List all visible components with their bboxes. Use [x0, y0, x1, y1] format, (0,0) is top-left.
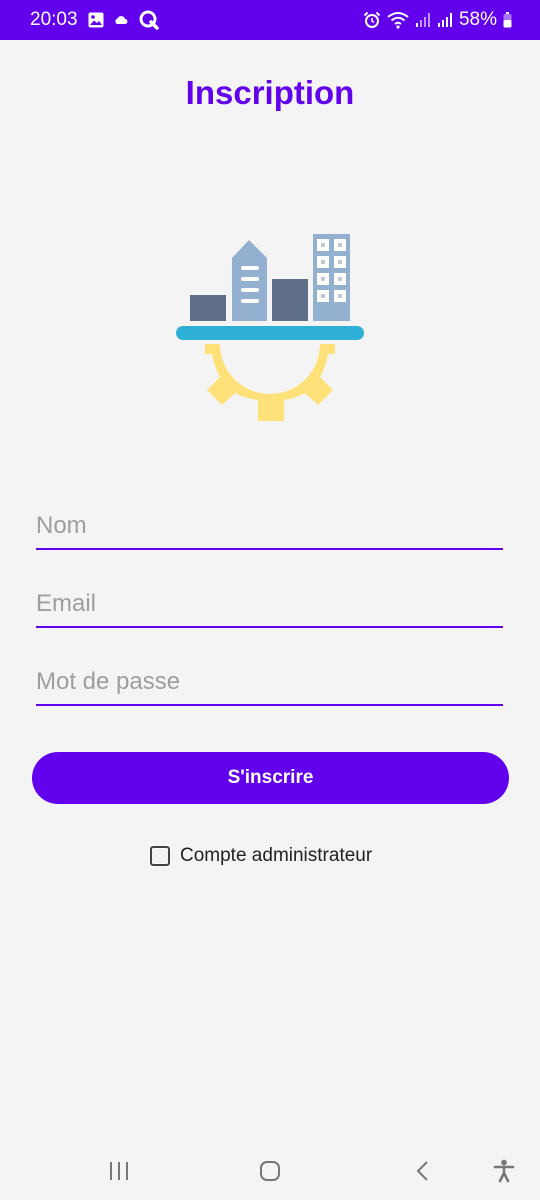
signal-icon: [437, 12, 453, 28]
status-bar: 20:03 58%: [0, 0, 540, 40]
building-middle: [272, 279, 308, 321]
platform-bar: [176, 326, 364, 340]
status-time: 20:03: [30, 9, 78, 30]
gear-shape: [205, 344, 335, 421]
page-title: Inscription: [185, 74, 355, 111]
signal-icon: [415, 12, 431, 28]
building-left: [190, 295, 226, 321]
home-icon[interactable]: [250, 1156, 290, 1186]
password-field[interactable]: [36, 664, 503, 706]
email-field[interactable]: [36, 586, 503, 628]
admin-account-label: Compte administrateur: [180, 845, 373, 866]
signup-button[interactable]: S'inscrire: [32, 752, 509, 804]
alarm-icon: [363, 11, 381, 29]
wifi-icon: [387, 11, 409, 29]
q-app-icon: [138, 9, 160, 31]
system-nav-bar: [0, 1140, 540, 1200]
name-field[interactable]: [36, 508, 503, 550]
gallery-icon: [88, 12, 104, 28]
accessibility-icon[interactable]: [484, 1156, 524, 1186]
admin-account-checkbox[interactable]: [150, 846, 170, 866]
cloud-icon: [114, 15, 128, 25]
status-bar-left: 20:03: [30, 9, 160, 31]
admin-account-checkbox-row[interactable]: Compte administrateur: [150, 845, 372, 867]
recent-apps-icon[interactable]: [99, 1156, 139, 1186]
battery-percent: 58%: [458, 9, 497, 30]
battery-icon: [503, 12, 512, 28]
status-bar-right: 58%: [363, 9, 512, 31]
back-icon[interactable]: [402, 1156, 442, 1186]
city-gear-illustration: [176, 234, 364, 421]
